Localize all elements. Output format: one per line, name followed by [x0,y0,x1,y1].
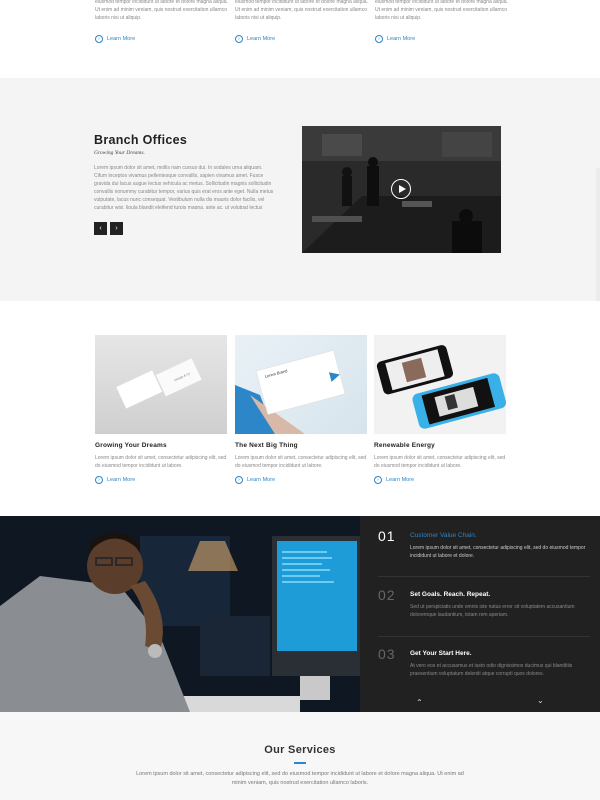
learn-more-label: Learn More [247,36,276,42]
arrow-circle-icon: › [235,35,243,43]
top-column-text: eiusmod tempor incididunt ut labore et d… [375,0,508,21]
phones-illustration [376,345,506,429]
arrow-circle-icon: › [374,476,382,484]
arrow-circle-icon: › [95,35,103,43]
man-at-computer-image [0,516,360,712]
top-column-1: eiusmod tempor incididunt ut labore et d… [95,0,230,43]
branch-text-block: Branch Offices Growing Your Dreams. Lore… [94,133,274,209]
top-column-2: eiusmod tempor incididunt ut labore et d… [235,0,370,43]
card-title: Renewable Energy [374,442,435,449]
step-title: Customer Value Chain. [410,532,477,539]
learn-more-label: Learn More [107,36,136,42]
card-growing-your-dreams: Design & Co Growing Your Dreams Lorem ip… [95,335,227,484]
feature-section: 01 Customer Value Chain. Lorem ipsum dol… [0,516,600,712]
step-2[interactable]: 02 Set Goals. Reach. Repeat. Sed ut pers… [378,587,588,637]
learn-more-link[interactable]: › Learn More [235,476,367,484]
chevron-down-icon[interactable]: ⌄ [537,696,544,705]
step-1[interactable]: 01 Customer Value Chain. Lorem ipsum dol… [378,528,588,578]
services-description: Lorem ipsum dolor sit amet, consectetur … [136,771,464,786]
arrow-circle-icon: › [375,35,383,43]
learn-more-link[interactable]: › Learn More [235,35,370,43]
play-button[interactable] [391,179,411,199]
step-title: Get Your Start Here. [410,650,472,657]
business-cards-image: Design & Co [95,335,227,434]
stationery-image: Lorem Brand [235,335,367,434]
card-title: The Next Big Thing [235,442,298,449]
card-body: Lorem ipsum dolor sit amet, consectetur … [374,455,506,469]
branch-slider-controls: ‹ › [94,222,123,235]
divider [378,636,590,637]
branch-subtitle: Growing Your Dreams. [94,150,145,156]
learn-more-link[interactable]: › Learn More [374,476,506,484]
video-player[interactable] [302,126,501,253]
arrow-circle-icon: › [235,476,243,484]
learn-more-label: Learn More [107,477,136,483]
learn-more-label: Learn More [387,36,416,42]
learn-more-link[interactable]: › Learn More [95,476,227,484]
services-section: Our Services Lorem ipsum dolor sit amet,… [0,712,600,800]
chevron-up-icon[interactable]: ⌃ [416,698,423,707]
step-3[interactable]: 03 Get Your Start Here. At vero eos et a… [378,646,588,696]
step-number: 02 [378,587,396,603]
next-button[interactable]: › [110,222,123,235]
card-renewable-energy: Renewable Energy Lorem ipsum dolor sit a… [374,335,506,484]
card-body: Lorem ipsum dolor sit amet, consectetur … [95,455,227,469]
step-number: 01 [378,528,396,544]
step-body: Sed ut perspiciatis unde omnis iste natu… [410,604,575,618]
arrow-circle-icon: › [95,476,103,484]
phones-image [374,335,506,434]
top-column-3: eiusmod tempor incididunt ut labore et d… [375,0,510,43]
branch-offices-section: Branch Offices Growing Your Dreams. Lore… [0,78,600,348]
branch-body: Lorem ipsum dolor sit amet, mollis nam c… [94,165,274,209]
card-body: Lorem ipsum dolor sit amet, consectetur … [235,455,367,469]
title-underline [294,762,306,764]
top-feature-strip: eiusmod tempor incididunt ut labore et d… [0,0,600,78]
business-cards-illustration: Design & Co [115,357,203,410]
steps-panel: 01 Customer Value Chain. Lorem ipsum dol… [360,516,600,712]
card-the-next-big-thing: Lorem Brand The Next Big Thing Lorem ips… [235,335,367,484]
stationery-illustration: Lorem Brand [235,350,346,434]
step-body: Lorem ipsum dolor sit amet, consectetur … [410,545,586,559]
learn-more-label: Learn More [386,477,415,483]
step-number: 03 [378,646,396,662]
cards-section: Design & Co Growing Your Dreams Lorem ip… [0,301,600,516]
divider [378,576,590,577]
learn-more-label: Learn More [247,477,276,483]
play-icon [398,185,406,193]
man-at-computer-illustration [0,516,360,712]
step-body: At vero eos et accusamus et iusto odio d… [410,663,573,677]
branch-title: Branch Offices [94,133,188,147]
step-title: Set Goals. Reach. Repeat. [410,591,491,598]
learn-more-link[interactable]: › Learn More [375,35,510,43]
card-title: Growing Your Dreams [95,442,167,449]
top-column-text: eiusmod tempor incididunt ut labore et d… [95,0,228,21]
top-column-text: eiusmod tempor incididunt ut labore et d… [235,0,368,21]
learn-more-link[interactable]: › Learn More [95,35,230,43]
services-title: Our Services [264,744,336,756]
prev-button[interactable]: ‹ [94,222,107,235]
